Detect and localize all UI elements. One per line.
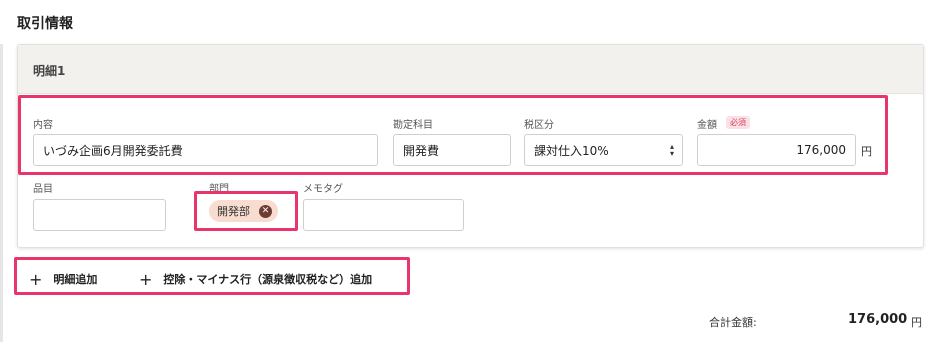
tax-select[interactable]: 課対仕入10% ▴ ▾ bbox=[524, 134, 683, 166]
content-label: 内容 bbox=[33, 120, 53, 131]
detail-card: 明細1 内容 いづみ企画6月開発委託費 勘定科目 開発費 税区分 課対仕入10%… bbox=[17, 44, 924, 248]
content-value: いづみ企画6月開発委託費 bbox=[43, 143, 183, 158]
add-deduction-label: 控除・マイナス行（源泉徴収税など）追加 bbox=[163, 273, 373, 286]
account-input[interactable]: 開発費 bbox=[393, 134, 511, 166]
section-title: 取引情報 bbox=[17, 16, 73, 32]
item-input[interactable] bbox=[33, 199, 166, 231]
account-label: 勘定科目 bbox=[393, 120, 433, 131]
add-line-label: 明細追加 bbox=[53, 273, 98, 286]
plus-icon: + bbox=[139, 269, 153, 289]
add-line-button[interactable]: + 明細追加 bbox=[29, 271, 97, 287]
amount-value: 176,000 bbox=[796, 143, 846, 157]
department-tag-label: 開発部 bbox=[217, 205, 250, 218]
left-divider bbox=[0, 44, 3, 342]
tax-label: 税区分 bbox=[524, 120, 554, 131]
amount-input[interactable]: 176,000 bbox=[697, 134, 856, 166]
total-label: 合計金額: bbox=[709, 316, 757, 329]
amount-label: 金額 bbox=[697, 120, 717, 131]
add-deduction-button[interactable]: + 控除・マイナス行（源泉徴収税など）追加 bbox=[139, 271, 372, 287]
total-value: 176,000 bbox=[848, 312, 908, 327]
content-input[interactable]: いづみ企画6月開発委託費 bbox=[33, 134, 378, 166]
amount-unit: 円 bbox=[861, 145, 872, 158]
department-label: 部門 bbox=[209, 184, 229, 195]
account-value: 開発費 bbox=[403, 143, 440, 158]
memo-tag-input[interactable] bbox=[303, 199, 464, 231]
department-tag[interactable]: 開発部 ✕ bbox=[209, 200, 278, 222]
required-badge: 必須 bbox=[726, 116, 750, 129]
plus-icon: + bbox=[29, 269, 43, 289]
tax-value: 課対仕入10% bbox=[534, 143, 609, 158]
detail-card-title: 明細1 bbox=[33, 64, 66, 78]
detail-card-header: 明細1 bbox=[18, 45, 923, 94]
close-circle-icon[interactable]: ✕ bbox=[259, 204, 272, 218]
select-arrows-icon: ▴ ▾ bbox=[669, 142, 674, 158]
item-label: 品目 bbox=[33, 184, 53, 195]
total-unit: 円 bbox=[911, 316, 922, 329]
memo-tag-label: メモタグ bbox=[303, 184, 343, 195]
